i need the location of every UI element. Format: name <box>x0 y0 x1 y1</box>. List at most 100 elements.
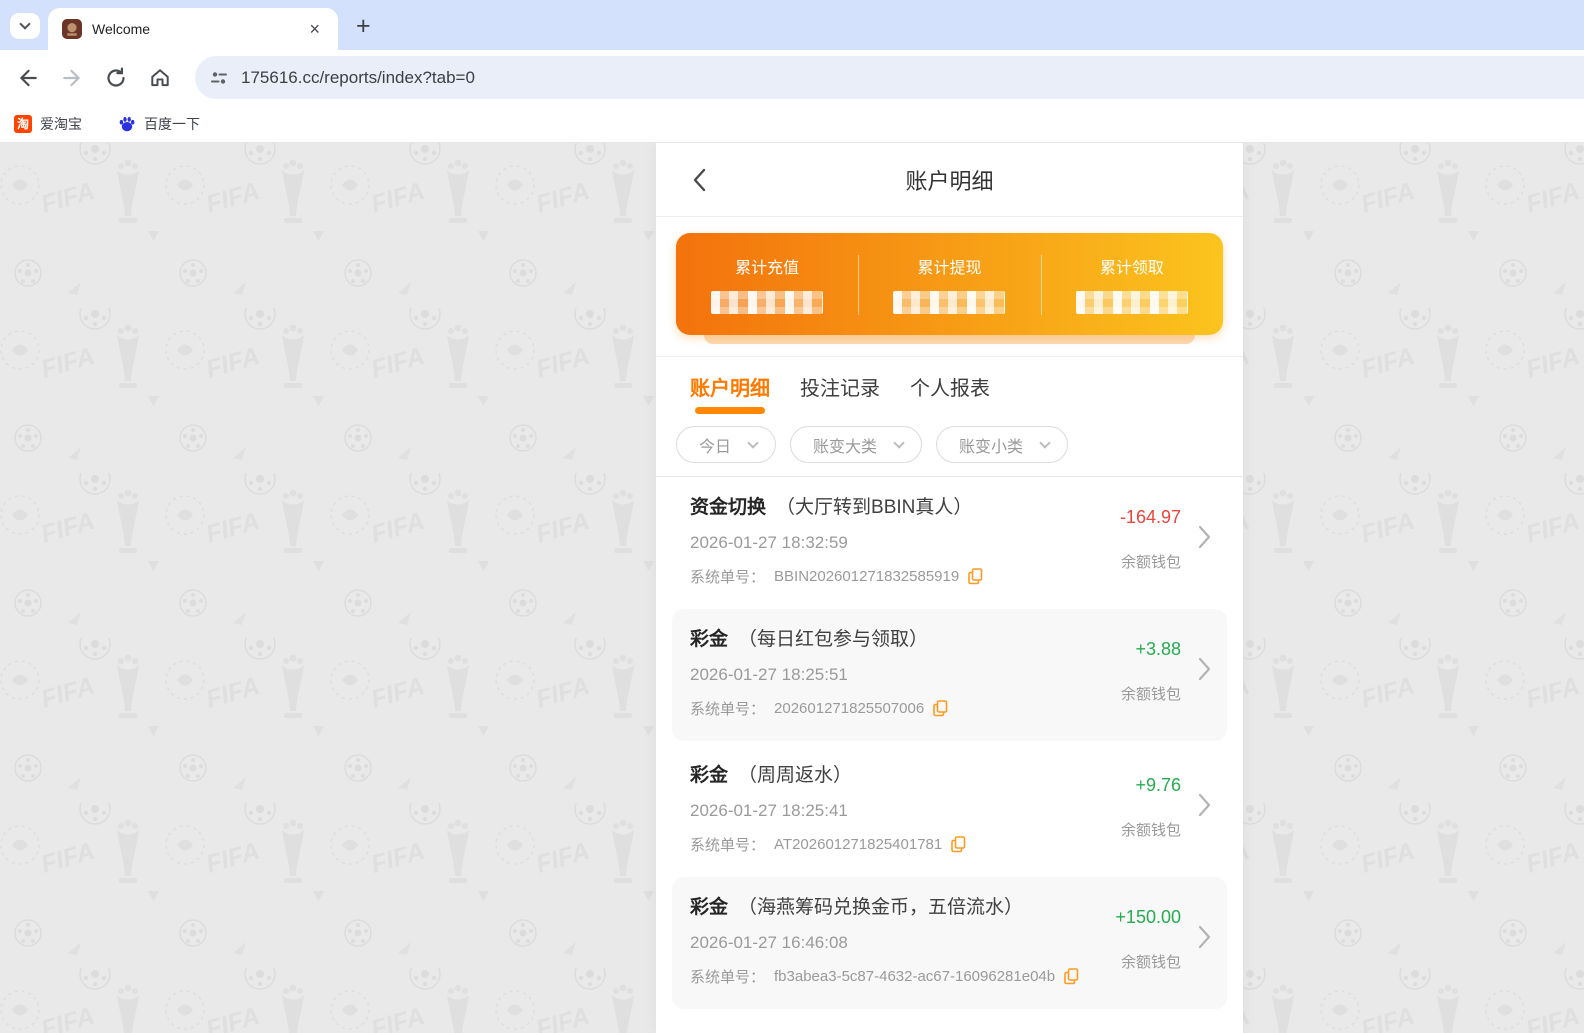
browser-toolbar: 175616.cc/reports/index?tab=0 <box>0 50 1584 105</box>
baidu-icon <box>119 116 135 131</box>
transaction-desc: （每日红包参与领取） <box>738 629 929 650</box>
chevron-down-icon <box>19 18 31 30</box>
chevron-right-icon[interactable] <box>1198 657 1211 686</box>
chevron-down-icon <box>747 436 759 449</box>
transaction-amount: +150.00 <box>1115 907 1181 927</box>
transaction-type: 彩金 <box>690 765 729 786</box>
transaction-row[interactable]: 资金切换 （大厅转到BBIN真人） 2026-01-27 18:32:59 系统单… <box>656 477 1243 607</box>
home-icon <box>151 68 169 86</box>
tab-title: Welcome <box>92 21 151 37</box>
filter-label: 今日 <box>699 438 732 456</box>
transaction-type: 资金切换 <box>690 497 767 518</box>
address-bar[interactable]: 175616.cc/reports/index?tab=0 <box>195 56 1584 99</box>
wallet-label: 余额钱包 <box>1120 686 1181 703</box>
filter-major-category-dropdown[interactable]: 账变大类 <box>790 426 923 463</box>
copy-icon <box>951 836 966 853</box>
order-number: fb3abea3-5c87-4632-ac67-16096281e04b <box>774 968 1056 985</box>
copy-button[interactable] <box>933 700 948 717</box>
forward-icon <box>63 69 80 86</box>
reload-button[interactable] <box>102 64 130 92</box>
back-icon <box>20 69 37 86</box>
back-button[interactable] <box>14 64 42 92</box>
summary-card-shadow <box>704 335 1195 344</box>
filter-minor-category-dropdown[interactable]: 账变小类 <box>936 426 1069 463</box>
bookmark-label: 百度一下 <box>144 115 200 132</box>
copy-button[interactable] <box>1064 968 1079 985</box>
wallet-label: 余额钱包 <box>1120 954 1181 971</box>
transaction-datetime: 2026-01-27 18:32:59 <box>690 533 848 552</box>
order-prefix-label: 系统单号： <box>690 569 766 586</box>
transaction-row[interactable]: 彩金 （周周返水） 2026-01-27 18:25:41 系统单号： AT2026… <box>656 745 1243 875</box>
masked-amount <box>711 291 824 314</box>
bookmarks-bar: 淘 爱淘宝 百度一下 <box>0 105 1584 143</box>
transaction-datetime: 2026-01-27 16:46:08 <box>690 933 848 952</box>
copy-icon <box>933 700 948 717</box>
copy-button[interactable] <box>951 836 966 853</box>
copy-icon <box>968 568 983 585</box>
summary-label: 累计提现 <box>917 260 982 277</box>
copy-button[interactable] <box>968 568 983 585</box>
chevron-right-icon[interactable] <box>1198 925 1211 954</box>
transaction-row[interactable]: 彩金 （每日红包参与领取） 2026-01-27 18:25:51 系统单号： 20… <box>672 609 1227 741</box>
chevron-down-icon <box>893 436 905 449</box>
order-number: 202601271825507006 <box>774 700 925 717</box>
account-detail-panel: 账户明细 累计充值 累计提现 累计领取 账户明细 投注记录 个人报表 今日 账变… <box>656 143 1243 1033</box>
filter-label: 账变小类 <box>959 438 1024 456</box>
filter-row: 今日 账变大类 账变小类 <box>656 414 1243 476</box>
taobao-icon: 淘 <box>14 114 32 133</box>
close-icon[interactable]: × <box>305 18 324 40</box>
bookmark-label: 爱淘宝 <box>40 115 82 132</box>
back-chevron-icon <box>693 168 705 192</box>
order-prefix-label: 系统单号： <box>690 969 766 986</box>
new-tab-button[interactable]: + <box>348 10 379 43</box>
masked-amount <box>1075 291 1188 314</box>
tab-bet-records[interactable]: 投注记录 <box>800 372 880 414</box>
bookmark-taobao[interactable]: 淘 爱淘宝 <box>14 114 82 134</box>
summary-claim: 累计领取 <box>1040 233 1223 335</box>
transaction-desc: （海燕筹码兑换金币，五倍流水） <box>738 897 1024 918</box>
order-prefix-label: 系统单号： <box>690 701 766 718</box>
chevron-right-icon[interactable] <box>1198 525 1211 554</box>
transaction-type: 彩金 <box>690 897 729 918</box>
wallet-label: 余额钱包 <box>1120 822 1181 839</box>
bookmark-baidu[interactable]: 百度一下 <box>118 114 200 134</box>
order-number: BBIN202601271832585919 <box>774 568 960 585</box>
forward-button[interactable] <box>58 64 86 92</box>
page-background: FIFA <box>0 143 1584 1033</box>
reload-icon <box>107 66 125 87</box>
order-prefix-label: 系统单号： <box>690 837 766 854</box>
tab-personal-report[interactable]: 个人报表 <box>910 372 990 414</box>
summary-recharge: 累计充值 <box>676 233 858 335</box>
transaction-datetime: 2026-01-27 18:25:41 <box>690 801 848 820</box>
filter-label: 账变大类 <box>813 438 878 456</box>
filter-date-dropdown[interactable]: 今日 <box>676 426 777 463</box>
back-button-page[interactable] <box>686 167 712 193</box>
order-number: AT202601271825401781 <box>774 836 943 853</box>
summary-label: 累计领取 <box>1099 260 1164 277</box>
chevron-right-icon[interactable] <box>1198 793 1211 822</box>
transaction-amount: -164.97 <box>1119 507 1181 527</box>
transaction-type: 彩金 <box>690 629 729 650</box>
page-title: 账户明细 <box>905 168 994 194</box>
copy-icon <box>1064 968 1079 985</box>
summary-card: 累计充值 累计提现 累计领取 <box>676 233 1223 335</box>
transaction-datetime: 2026-01-27 18:25:51 <box>690 665 848 684</box>
summary-withdraw: 累计提现 <box>858 233 1040 335</box>
transaction-amount: +9.76 <box>1135 775 1181 795</box>
report-tabs: 账户明细 投注记录 个人报表 <box>656 357 1243 414</box>
masked-amount <box>893 291 1006 314</box>
home-button[interactable] <box>146 64 174 92</box>
url-text: 175616.cc/reports/index?tab=0 <box>241 67 475 87</box>
chevron-down-icon <box>1039 436 1051 449</box>
transaction-list: 资金切换 （大厅转到BBIN真人） 2026-01-27 18:32:59 系统单… <box>656 477 1243 1009</box>
transaction-desc: （周周返水） <box>738 765 853 786</box>
panel-header: 账户明细 <box>656 143 1243 217</box>
browser-tab-strip: Welcome × + <box>0 0 1584 50</box>
transaction-row[interactable]: 彩金 （海燕筹码兑换金币，五倍流水） 2026-01-27 16:46:08 系统… <box>672 877 1227 1009</box>
site-favicon-icon <box>62 19 82 39</box>
transaction-desc: （大厅转到BBIN真人） <box>776 497 973 518</box>
tab-search-button[interactable] <box>10 13 40 39</box>
browser-tab[interactable]: Welcome × <box>48 8 338 50</box>
tab-account-detail[interactable]: 账户明细 <box>690 372 770 414</box>
site-info-icon[interactable] <box>209 68 229 88</box>
